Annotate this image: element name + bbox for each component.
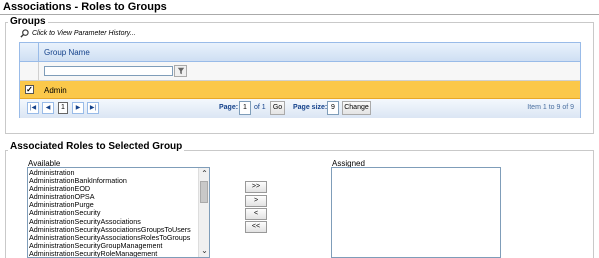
list-item[interactable]: AdministrationSecurity	[29, 209, 197, 217]
page-title: Associations - Roles to Groups	[3, 1, 167, 13]
add-button[interactable]: >	[245, 195, 267, 207]
magnifier-icon	[20, 29, 29, 38]
group-name-filter-input[interactable]	[44, 66, 173, 76]
remove-all-button[interactable]: <<	[245, 221, 267, 233]
list-item[interactable]: AdministrationEOD	[29, 185, 197, 193]
title-divider	[0, 14, 599, 15]
filter-row	[20, 62, 580, 81]
table-row[interactable]: ✓ Admin	[20, 81, 580, 99]
filter-select-cell	[20, 62, 39, 81]
page-size-input[interactable]: 9	[327, 101, 339, 115]
groups-legend: Groups	[8, 16, 48, 27]
grid-header: Group Name	[20, 43, 580, 62]
remove-button[interactable]: <	[245, 208, 267, 220]
list-item[interactable]: Administration	[29, 169, 197, 177]
filter-icon	[177, 67, 184, 75]
page-label: Page:	[219, 104, 239, 111]
list-item[interactable]: AdministrationSecurityAssociationsRolesT…	[29, 234, 197, 242]
scroll-up-icon[interactable]: ⌃	[199, 169, 209, 179]
list-item[interactable]: AdministrationOPSA	[29, 193, 197, 201]
page-count-text: of 1	[254, 104, 266, 111]
group-name-cell: Admin	[44, 86, 67, 95]
available-list-scrollbar[interactable]: ⌃ ⌄	[198, 168, 209, 257]
parameter-history-text[interactable]: Click to View Parameter History...	[32, 30, 136, 37]
list-item[interactable]: AdministrationPurge	[29, 201, 197, 209]
last-page-button[interactable]: ▶|	[87, 102, 99, 114]
first-page-button[interactable]: |◀	[27, 102, 39, 114]
go-button[interactable]: Go	[270, 101, 285, 115]
list-item[interactable]: AdministrationSecurityRoleManagement	[29, 250, 197, 257]
assigned-roles-list[interactable]	[331, 167, 501, 258]
filter-button[interactable]	[174, 65, 187, 77]
previous-page-button[interactable]: ◀	[42, 102, 54, 114]
list-item[interactable]: AdministrationSecurityGroupManagement	[29, 242, 197, 250]
list-item[interactable]: AdministrationSecurityAssociationsGroups…	[29, 226, 197, 234]
scroll-down-icon[interactable]: ⌄	[199, 246, 209, 256]
column-header-group-name[interactable]: Group Name	[44, 48, 90, 57]
page-size-label: Page size:	[293, 104, 328, 111]
list-item[interactable]: AdministrationBankInformation	[29, 177, 197, 185]
scroll-thumb[interactable]	[200, 181, 208, 203]
select-column-header	[20, 43, 39, 62]
current-page-number[interactable]: 1	[58, 102, 68, 114]
list-item[interactable]: AdministrationSecurityAssociations	[29, 218, 197, 226]
change-page-size-button[interactable]: Change	[342, 101, 371, 115]
parameter-history-link[interactable]: Click to View Parameter History...	[20, 29, 136, 38]
page-number-input[interactable]: 1	[239, 101, 251, 115]
roles-legend: Associated Roles to Selected Group	[8, 141, 185, 152]
row-checkbox[interactable]: ✓	[25, 85, 34, 94]
groups-grid: Group Name ✓ Admin |◀ ◀ 1 ▶ ▶| Page: 1 o…	[19, 42, 581, 118]
pager-info: Item 1 to 9 of 9	[527, 104, 574, 111]
add-all-button[interactable]: >>	[245, 181, 267, 193]
available-roles-list[interactable]: Administration AdministrationBankInformat…	[27, 167, 210, 258]
grid-pager: |◀ ◀ 1 ▶ ▶| Page: 1 of 1 Go Page size: 9…	[20, 99, 580, 118]
next-page-button[interactable]: ▶	[72, 102, 84, 114]
